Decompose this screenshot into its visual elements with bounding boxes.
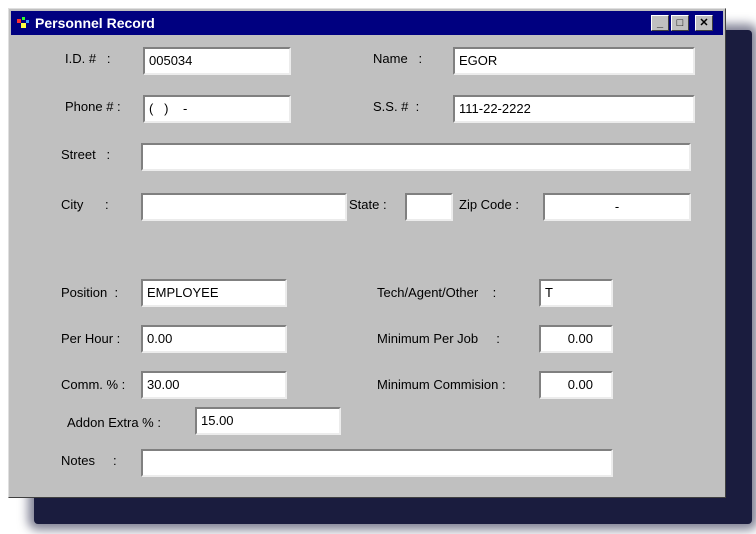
minimize-icon: _ [656, 17, 664, 29]
comm-percent-label: Comm. % : [61, 377, 126, 392]
street-label: Street : [61, 147, 111, 162]
tech-agent-other-field[interactable]: T [539, 279, 613, 307]
maximize-icon: □ [676, 17, 684, 29]
zip-field[interactable]: - [543, 193, 691, 221]
minimum-per-job-field[interactable]: 0.00 [539, 325, 613, 353]
addon-extra-label: Addon Extra % : [67, 415, 161, 430]
city-label: City : [61, 197, 109, 212]
ss-field[interactable]: 111-22-2222 [453, 95, 695, 123]
per-hour-label: Per Hour : [61, 331, 121, 346]
state-field[interactable] [405, 193, 453, 221]
zip-label: Zip Code : [459, 197, 519, 212]
comm-percent-field[interactable]: 30.00 [141, 371, 287, 399]
id-label: I.D. # : [65, 51, 111, 66]
street-field[interactable] [141, 143, 691, 171]
phone-label: Phone # : [65, 99, 121, 114]
ss-label: S.S. # : [373, 99, 420, 114]
tech-agent-other-label: Tech/Agent/Other : [377, 285, 497, 300]
app-icon [17, 17, 29, 28]
position-label: Position : [61, 285, 119, 300]
close-button[interactable]: ✕ [695, 15, 713, 31]
addon-extra-field[interactable]: 15.00 [195, 407, 341, 435]
city-field[interactable] [141, 193, 347, 221]
minimum-per-job-label: Minimum Per Job : [377, 331, 500, 346]
maximize-button[interactable]: □ [671, 15, 689, 31]
phone-field[interactable]: ( ) - [143, 95, 291, 123]
minimize-button[interactable]: _ [651, 15, 669, 31]
per-hour-field[interactable]: 0.00 [141, 325, 287, 353]
personnel-record-window: Personnel Record _ □ ✕ I.D. # : 005034 N… [8, 8, 726, 498]
notes-field[interactable] [141, 449, 613, 477]
name-field[interactable]: EGOR [453, 47, 695, 75]
minimum-commision-label: Minimum Commision : [377, 377, 506, 392]
name-label: Name : [373, 51, 423, 66]
title-bar[interactable]: Personnel Record _ □ ✕ [11, 11, 723, 35]
state-label: State : [349, 197, 387, 212]
window-title: Personnel Record [35, 15, 155, 31]
minimum-commision-field[interactable]: 0.00 [539, 371, 613, 399]
id-field[interactable]: 005034 [143, 47, 291, 75]
position-field[interactable]: EMPLOYEE [141, 279, 287, 307]
notes-label: Notes : [61, 453, 117, 468]
close-icon: ✕ [699, 17, 709, 29]
